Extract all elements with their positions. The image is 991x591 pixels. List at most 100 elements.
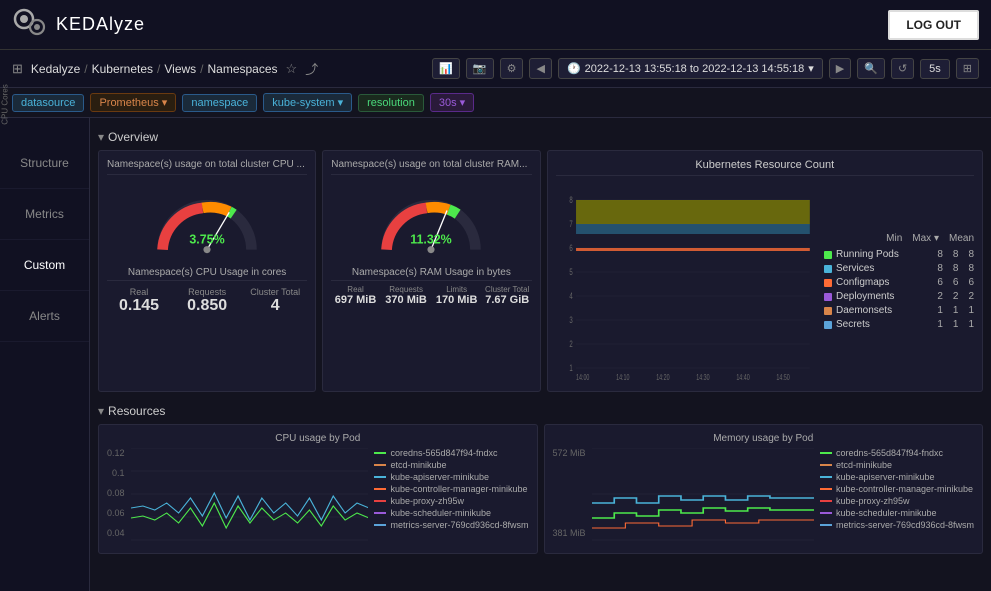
sidebar-item-custom[interactable]: Custom xyxy=(0,240,89,291)
logo-area: KEDAlyze xyxy=(12,7,145,43)
filter-namespace[interactable]: namespace xyxy=(182,94,257,112)
scheduler-mem-dot xyxy=(820,512,832,514)
memory-pod-chart-card: Memory usage by Pod 572 MiB 381 MiB xyxy=(544,424,984,554)
proxy-mem-dot xyxy=(820,500,832,502)
logout-button[interactable]: LOG OUT xyxy=(888,10,979,40)
ram-gauge-container: 11.32% xyxy=(331,179,531,267)
svg-text:8: 8 xyxy=(569,195,572,206)
resources-section-title: Resources xyxy=(98,400,983,424)
svg-text:14:50: 14:50 xyxy=(776,374,790,380)
time-range-text: 2022-12-13 13:55:18 to 2022-12-13 14:55:… xyxy=(585,63,805,75)
ram-requests-stat: Requests 370 MiB xyxy=(382,285,431,306)
etcd-cpu-dot xyxy=(374,464,386,466)
sidebar-item-structure[interactable]: Structure xyxy=(0,138,89,189)
coredns-cpu-dot xyxy=(374,452,386,454)
metrics-cpu-dot xyxy=(374,524,386,526)
resource-legend: Min Max ▾ Mean Running Pods 888 Services xyxy=(824,180,974,383)
memory-pod-chart-title: Memory usage by Pod xyxy=(553,433,975,444)
prev-time-button[interactable]: ◀ xyxy=(529,58,551,79)
refresh-interval[interactable]: 5s xyxy=(920,59,950,79)
memory-line-chart xyxy=(592,448,814,548)
legend-row-configmaps: Configmaps 666 xyxy=(824,277,974,288)
resource-count-title: Kubernetes Resource Count xyxy=(556,159,975,176)
nav-right: 📊 📷 ⚙ ◀ 🕐 2022-12-13 13:55:18 to 2022-12… xyxy=(432,58,979,79)
filter-30s[interactable]: 30s ▾ xyxy=(430,93,474,112)
daemonsets-dot xyxy=(824,307,832,315)
cpu-cluster-total-stat: Cluster Total 4 xyxy=(243,287,307,315)
ram-gauge-sub-title: Namespace(s) RAM Usage in bytes xyxy=(331,267,531,278)
coredns-mem-dot xyxy=(820,452,832,454)
mem-legend-proxy: kube-proxy-zh95w xyxy=(820,496,974,506)
controller-cpu-dot xyxy=(374,488,386,490)
refresh-button[interactable]: ↺ xyxy=(891,58,914,79)
bottom-grid: CPU usage by Pod 0.12 0.1 0.08 0.06 0.04 xyxy=(98,424,983,554)
header: KEDAlyze LOG OUT xyxy=(0,0,991,50)
cpu-pod-legend: coredns-565d847f94-fndxc etcd-minikube k… xyxy=(374,448,528,548)
svg-text:6: 6 xyxy=(569,243,572,254)
cpu-pod-chart-card: CPU usage by Pod 0.12 0.1 0.08 0.06 0.04 xyxy=(98,424,538,554)
grid-icon: ⊞ xyxy=(12,61,23,77)
cpu-legend-proxy: kube-proxy-zh95w xyxy=(374,496,528,506)
resource-chart-area: 8 7 6 5 4 3 2 1 xyxy=(556,180,975,383)
sidebar: Structure Metrics Custom Alerts xyxy=(0,118,90,591)
cpu-chart-svg xyxy=(131,448,369,543)
sidebar-item-metrics[interactable]: Metrics xyxy=(0,189,89,240)
services-dot xyxy=(824,265,832,273)
cpu-gauge-sub-title: Namespace(s) CPU Usage in cores xyxy=(107,267,307,278)
mem-legend-apiserver: kube-apiserver-minikube xyxy=(820,472,974,482)
cpu-legend-controller: kube-controller-manager-minikube xyxy=(374,484,528,494)
running-pods-dot xyxy=(824,251,832,259)
svg-text:3.75%: 3.75% xyxy=(189,232,224,246)
deployments-dot xyxy=(824,293,832,301)
svg-text:14:40: 14:40 xyxy=(736,374,750,380)
filter-prometheus[interactable]: Prometheus ▾ xyxy=(90,93,176,112)
scheduler-cpu-dot xyxy=(374,512,386,514)
filter-kube-system[interactable]: kube-system ▾ xyxy=(263,93,352,112)
cpu-gauge-card: Namespace(s) usage on total cluster CPU … xyxy=(98,150,316,392)
legend-row-deployments: Deployments 222 xyxy=(824,291,974,302)
cpu-y-axis: 0.12 0.1 0.08 0.06 0.04 xyxy=(107,448,125,548)
mem-y-axis: 572 MiB 381 MiB xyxy=(553,448,586,548)
svg-text:14:00: 14:00 xyxy=(576,374,590,380)
logo-text: KEDAlyze xyxy=(56,14,145,35)
cpu-legend-etcd: etcd-minikube xyxy=(374,460,528,470)
metrics-mem-dot xyxy=(820,524,832,526)
filter-datasource[interactable]: datasource xyxy=(12,94,84,112)
apiserver-cpu-dot xyxy=(374,476,386,478)
mem-legend-scheduler: kube-scheduler-minikube xyxy=(820,508,974,518)
filter-resolution[interactable]: resolution xyxy=(358,94,424,112)
svg-text:14:20: 14:20 xyxy=(656,374,670,380)
cpu-legend-metrics: metrics-server-769cd936cd-8fwsm xyxy=(374,520,528,530)
sidebar-item-alerts[interactable]: Alerts xyxy=(0,291,89,342)
nav-bar: ⊞ Kedalyze / Kubernetes / Views / Namesp… xyxy=(0,50,991,88)
clock-icon: 🕐 xyxy=(567,62,581,75)
cpu-gauge-stats: Real 0.145 Requests 0.850 Cluster Total … xyxy=(107,280,307,315)
chevron-down-icon: ▾ xyxy=(808,62,814,75)
share-icon[interactable]: ⤴ xyxy=(305,59,318,78)
resource-chart: 8 7 6 5 4 3 2 1 xyxy=(556,180,817,383)
ram-cluster-total-stat: Cluster Total 7.67 GiB xyxy=(483,285,532,306)
resource-legend-header: Min Max ▾ Mean xyxy=(824,233,974,244)
next-time-button[interactable]: ▶ xyxy=(829,58,851,79)
cpu-legend-scheduler: kube-scheduler-minikube xyxy=(374,508,528,518)
configmaps-dot xyxy=(824,279,832,287)
star-icon[interactable]: ☆ xyxy=(286,61,298,77)
zoom-button[interactable]: 🔍 xyxy=(857,58,885,79)
apiserver-mem-dot xyxy=(820,476,832,478)
main-layout: Structure Metrics Custom Alerts Overview… xyxy=(0,118,991,591)
memory-pod-chart-inner: 572 MiB 381 MiB xyxy=(553,448,975,548)
snapshot-button[interactable]: 📷 xyxy=(466,58,494,79)
cpu-gauge-title: Namespace(s) usage on total cluster CPU … xyxy=(107,159,307,175)
cpu-pod-chart-title: CPU usage by Pod xyxy=(107,433,529,444)
time-range[interactable]: 🕐 2022-12-13 13:55:18 to 2022-12-13 14:5… xyxy=(558,58,823,79)
svg-text:14:30: 14:30 xyxy=(696,374,710,380)
kiosk-button[interactable]: ⊞ xyxy=(956,58,979,79)
cpu-requests-stat: Requests 0.850 xyxy=(175,287,239,315)
legend-row-daemonsets: Daemonsets 111 xyxy=(824,305,974,316)
settings-button[interactable]: ⚙ xyxy=(500,58,524,79)
chart-icon-button[interactable]: 📊 xyxy=(432,58,460,79)
cpu-real-stat: Real 0.145 xyxy=(107,287,171,315)
ram-limits-stat: Limits 170 MiB xyxy=(432,285,481,306)
memory-pod-legend: coredns-565d847f94-fndxc etcd-minikube k… xyxy=(820,448,974,548)
secrets-dot xyxy=(824,321,832,329)
